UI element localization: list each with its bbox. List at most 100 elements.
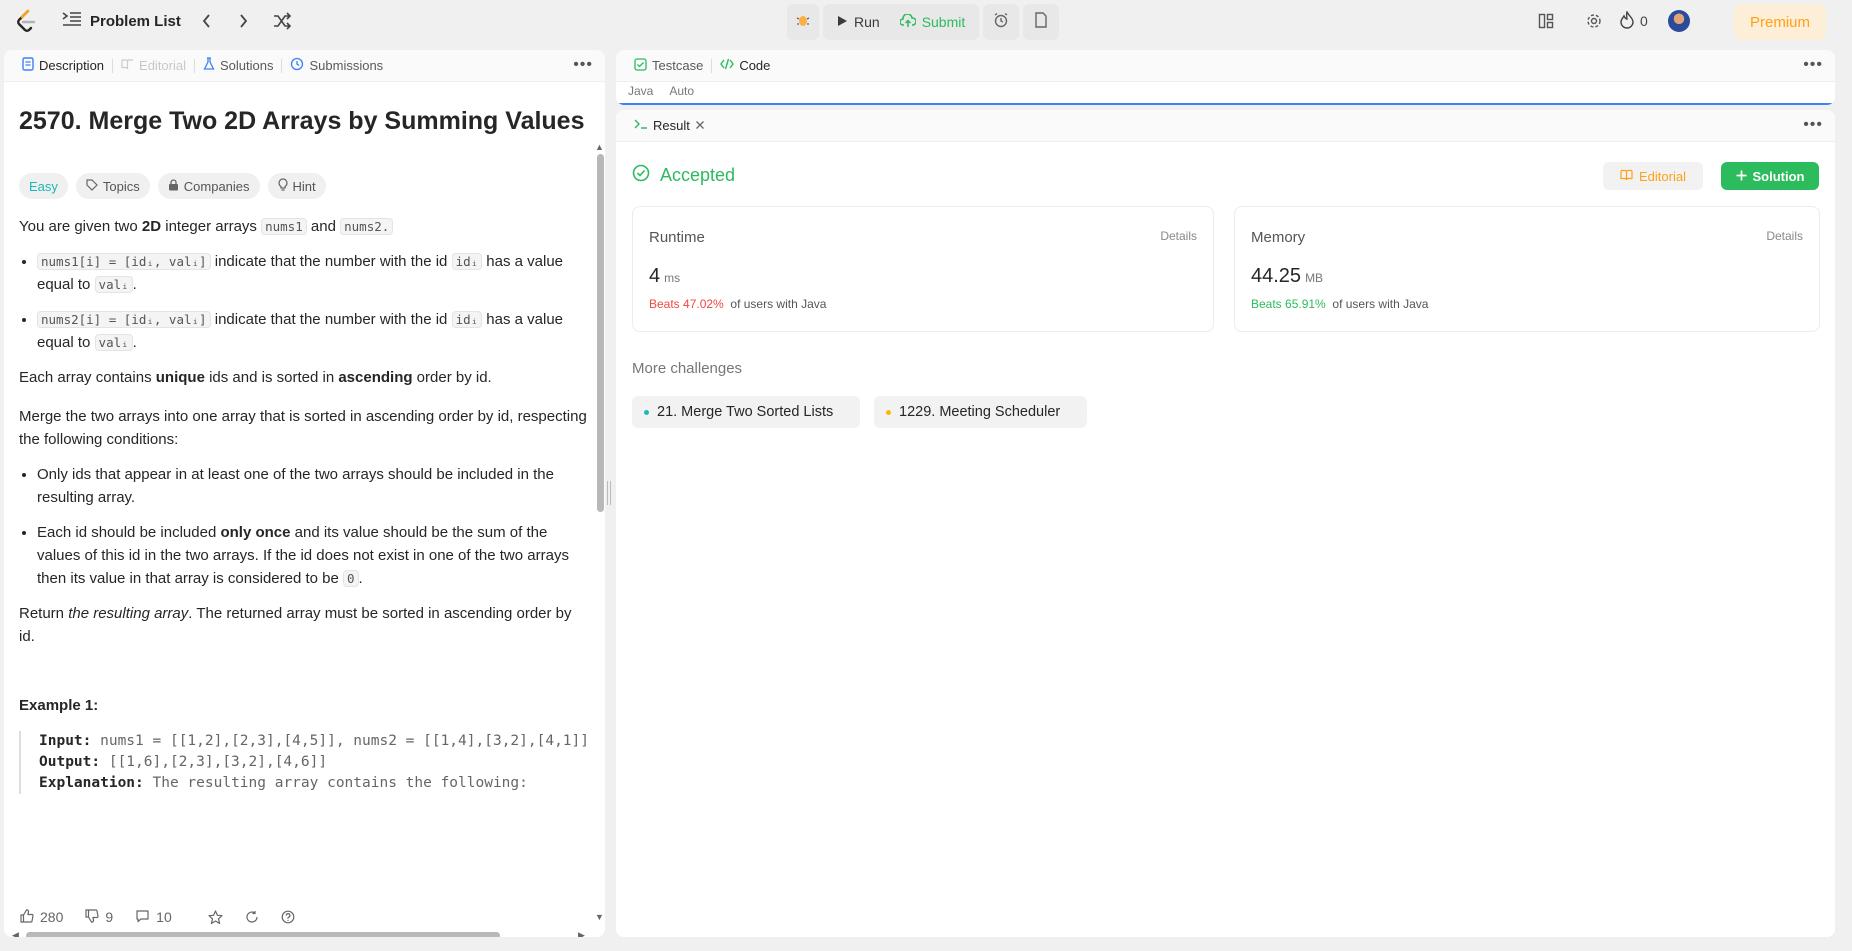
inline-code: nums1[i] = [idᵢ, valᵢ] (37, 253, 211, 270)
tag-chips: Easy Topics Companies Hint (19, 173, 589, 199)
topics-label: Topics (102, 178, 140, 194)
hint-chip[interactable]: Hint (267, 173, 326, 199)
vertical-scrollbar[interactable] (597, 154, 604, 512)
runtime-details-link[interactable]: Details (1160, 229, 1197, 243)
tag-icon (86, 175, 98, 198)
dislike-button[interactable]: 9 (85, 908, 114, 926)
description-panel: Description Editorial Solutions Submissi… (4, 50, 605, 937)
close-icon[interactable] (695, 118, 705, 133)
code-panel: Testcase Code ••• Java Auto (616, 50, 1835, 105)
streak-counter[interactable]: 0 (1620, 9, 1648, 32)
comments-button[interactable]: 10 (135, 909, 172, 926)
star-icon[interactable] (208, 909, 223, 925)
intro-text: integer arrays (161, 218, 262, 235)
companies-chip[interactable]: Companies (157, 173, 260, 199)
like-button[interactable]: 280 (20, 908, 64, 926)
topics-chip[interactable]: Topics (75, 173, 150, 199)
layout-icon[interactable] (1532, 13, 1560, 29)
tab-editorial-label: Editorial (139, 58, 186, 73)
language-select[interactable]: Java (628, 84, 653, 96)
memory-details-link[interactable]: Details (1766, 229, 1803, 243)
problem-title: 2570. Merge Two 2D Arrays by Summing Val… (19, 107, 585, 135)
timer-button[interactable] (983, 4, 1020, 40)
premium-button[interactable]: Premium (1734, 4, 1826, 40)
help-icon[interactable] (281, 910, 295, 924)
scroll-up-arrow[interactable]: ▲ (595, 142, 604, 152)
book-icon (121, 58, 134, 73)
runtime-card[interactable]: Runtime Details 4 ms Beats 47.02% of user… (632, 206, 1214, 332)
example-label: Output: (39, 754, 101, 770)
chevron-right-icon[interactable] (236, 12, 250, 30)
shuffle-icon[interactable] (272, 12, 292, 30)
list-item: nums1[i] = [idᵢ, valᵢ] indicate that the… (37, 250, 589, 296)
solution-label: Solution (1752, 168, 1805, 184)
editorial-button[interactable]: Editorial (1603, 162, 1703, 190)
memory-card[interactable]: Memory Details 44.25 MB Beats 65.91% of u… (1234, 206, 1820, 332)
challenge-link[interactable]: 1229. Meeting Scheduler (874, 396, 1087, 428)
more-options-icon[interactable]: ••• (1803, 116, 1823, 134)
solution-button[interactable]: Solution (1721, 162, 1819, 190)
unique-paragraph: Each array contains unique ids and is so… (19, 366, 589, 389)
definition-list: nums1[i] = [idᵢ, valᵢ] indicate that the… (19, 250, 589, 354)
difficulty-dot (644, 409, 649, 415)
notes-button[interactable] (1023, 4, 1060, 40)
auto-mode-label[interactable]: Auto (669, 84, 694, 96)
topbar-right-icons: 0 (1532, 9, 1690, 32)
memory-beats-tail: of users with Java (1332, 297, 1429, 311)
dislike-count: 9 (105, 909, 114, 925)
list-text: indicate that the number with the id (210, 311, 452, 328)
tab-description-label: Description (39, 58, 105, 73)
share-icon[interactable] (245, 910, 259, 924)
tab-testcase[interactable]: Testcase (628, 57, 709, 74)
inline-code: valᵢ (94, 334, 133, 351)
conditions-list: Only ids that appear in at least one of … (19, 463, 589, 590)
inline-code: idᵢ (451, 253, 483, 270)
example-explanation: Explanation: The resulting array contain… (39, 773, 589, 794)
tab-solutions[interactable]: Solutions (197, 57, 279, 74)
list-item: nums2[i] = [idᵢ, valᵢ] indicate that the… (37, 308, 589, 354)
challenge-link[interactable]: 21. Merge Two Sorted Lists (632, 396, 860, 428)
hint-label: Hint (292, 178, 316, 194)
panel-resize-handle[interactable] (607, 481, 611, 505)
example-output: Output: [[1,6],[2,3],[3,2],[4,6]] (39, 752, 589, 773)
gear-icon[interactable] (1580, 13, 1608, 29)
runtime-unit: ms (664, 271, 681, 285)
book-icon (1620, 169, 1633, 184)
lightbulb-icon (277, 175, 288, 198)
list-icon (62, 11, 82, 31)
tab-description[interactable]: Description (16, 57, 110, 74)
memory-label: Memory (1251, 229, 1306, 246)
example-box: Input: nums1 = [[1,2],[2,3],[4,5]], nums… (19, 731, 589, 794)
tab-code[interactable]: Code (714, 58, 776, 73)
avatar[interactable] (1667, 10, 1690, 32)
tab-submissions[interactable]: Submissions (284, 57, 389, 74)
tab-editorial[interactable]: Editorial (115, 58, 192, 73)
document-icon (22, 57, 34, 74)
like-count: 280 (40, 909, 64, 925)
checkbox-icon (634, 57, 647, 74)
chevron-left-icon[interactable] (200, 12, 214, 30)
tab-divider (711, 58, 713, 73)
code-toolbar: Java Auto (628, 84, 694, 96)
example-value: [[1,6],[2,3],[3,2],[4,6]] (100, 754, 328, 770)
thumbs-up-icon (20, 908, 34, 926)
run-button[interactable]: Run (827, 4, 890, 40)
list-bold: only once (220, 524, 291, 541)
merge-paragraph: Merge the two arrays into one array that… (19, 408, 587, 448)
problem-list-button[interactable]: Problem List (62, 11, 181, 31)
debug-button[interactable] (787, 4, 819, 40)
play-icon (837, 14, 848, 30)
tab-result[interactable]: Result (628, 118, 711, 133)
memory-unit: MB (1305, 271, 1324, 285)
left-tabbar: Description Editorial Solutions Submissi… (4, 50, 605, 82)
submit-button[interactable]: Submit (890, 4, 976, 40)
memory-value-group: 44.25 MB (1251, 265, 1323, 288)
leetcode-logo-icon[interactable] (14, 9, 38, 35)
memory-value: 44.25 (1251, 265, 1302, 287)
more-options-icon[interactable]: ••• (573, 56, 593, 74)
editorial-label: Editorial (1639, 168, 1686, 184)
active-divider[interactable] (616, 103, 1835, 105)
more-options-icon[interactable]: ••• (1803, 56, 1823, 74)
list-item: Each id should be included only once and… (37, 521, 589, 590)
result-status: Accepted (632, 164, 735, 187)
